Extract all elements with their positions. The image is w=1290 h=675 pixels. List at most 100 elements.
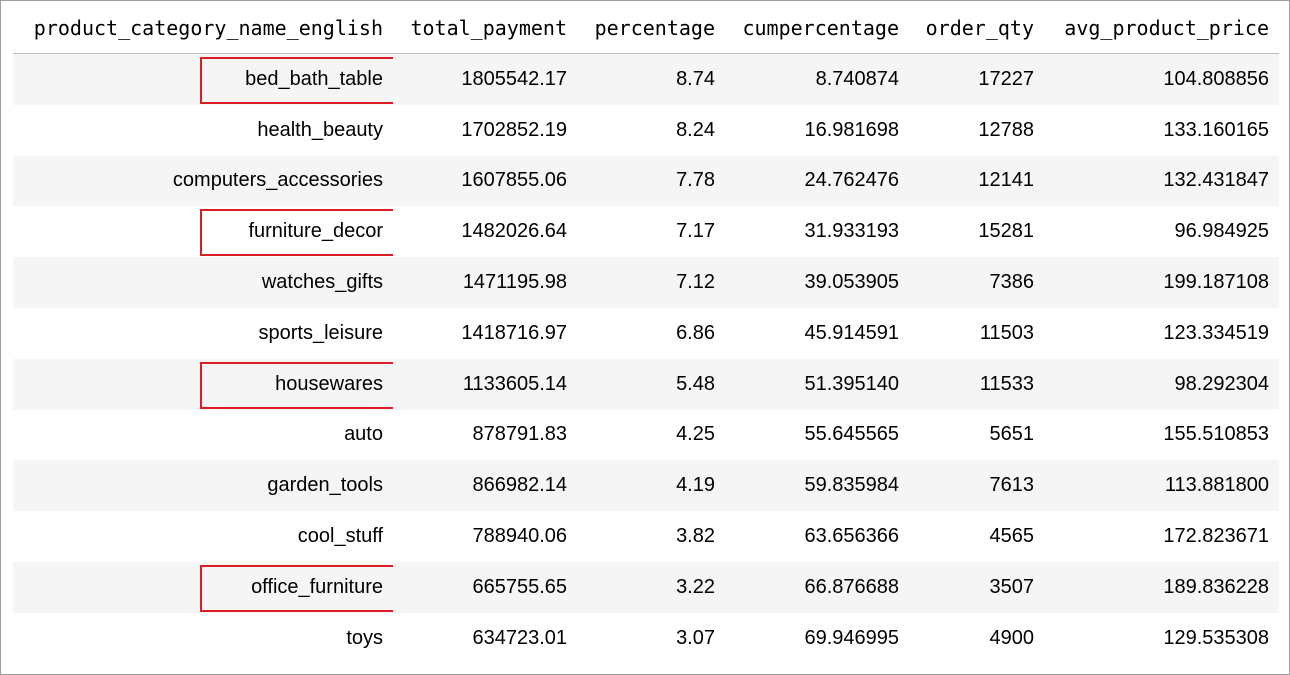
avg-product-price-cell: 98.292304 (1044, 358, 1279, 410)
order-qty-cell: 7386 (909, 257, 1044, 308)
total-payment-cell: 1805542.17 (393, 53, 577, 105)
order-qty-cell: 4565 (909, 511, 1044, 562)
cumpercentage-cell: 59.835984 (725, 460, 909, 512)
table-row: office_furniture 665755.65 3.22 66.87668… (13, 561, 1279, 613)
table-row: computers_accessories 1607855.06 7.78 24… (13, 155, 1279, 207)
category-name: garden_tools (267, 474, 383, 497)
avg-product-price-cell: 113.881800 (1044, 460, 1279, 512)
cumpercentage-cell: 16.981698 (725, 104, 909, 156)
table-row: bed_bath_table 1805542.17 8.74 8.740874 … (13, 53, 1279, 105)
category-cell: computers_accessories (13, 155, 393, 207)
category-name: housewares (275, 372, 383, 395)
header-row: product_category_name_english total_paym… (13, 3, 1279, 54)
order-qty-cell: 15281 (909, 206, 1044, 258)
category-name: office_furniture (251, 575, 383, 598)
category-cell: auto (13, 409, 393, 461)
total-payment-cell: 878791.83 (393, 409, 577, 461)
category-cell: garden_tools (13, 460, 393, 512)
table-row: furniture_decor 1482026.64 7.17 31.93319… (13, 206, 1279, 258)
category-cell: toys (13, 612, 393, 664)
avg-product-price-cell: 199.187108 (1044, 257, 1279, 308)
cumpercentage-cell: 66.876688 (725, 561, 909, 613)
category-cell: cool_stuff (13, 511, 393, 562)
percentage-cell: 4.19 (577, 460, 725, 512)
total-payment-cell: 1133605.14 (393, 358, 577, 410)
cumpercentage-cell: 55.645565 (725, 409, 909, 461)
total-payment-cell: 1471195.98 (393, 257, 577, 308)
percentage-cell: 5.48 (577, 358, 725, 410)
total-payment-cell: 665755.65 (393, 561, 577, 613)
category-cell: health_beauty (13, 104, 393, 156)
column-header-total-payment: total_payment (393, 3, 577, 54)
category-cell: office_furniture (13, 561, 393, 613)
category-cell: furniture_decor (13, 206, 393, 258)
category-cell: bed_bath_table (13, 53, 393, 105)
table-row: watches_gifts 1471195.98 7.12 39.053905 … (13, 257, 1279, 308)
column-header-cumpercentage: cumpercentage (725, 3, 909, 54)
avg-product-price-cell: 133.160165 (1044, 104, 1279, 156)
column-header-percentage: percentage (577, 3, 725, 54)
percentage-cell: 3.07 (577, 612, 725, 664)
cumpercentage-cell: 31.933193 (725, 206, 909, 258)
percentage-cell: 4.25 (577, 409, 725, 461)
percentage-cell: 7.17 (577, 206, 725, 258)
table-row: auto 878791.83 4.25 55.645565 5651 155.5… (13, 409, 1279, 461)
category-name: watches_gifts (261, 271, 383, 294)
percentage-cell: 3.82 (577, 511, 725, 562)
category-name: furniture_decor (248, 220, 383, 243)
table-body: bed_bath_table 1805542.17 8.74 8.740874 … (13, 53, 1279, 664)
percentage-cell: 8.74 (577, 53, 725, 105)
avg-product-price-cell: 189.836228 (1044, 561, 1279, 613)
category-name: auto (344, 423, 383, 446)
order-qty-cell: 17227 (909, 53, 1044, 105)
avg-product-price-cell: 172.823671 (1044, 511, 1279, 562)
cumpercentage-cell: 51.395140 (725, 358, 909, 410)
column-header-product-category: product_category_name_english (13, 3, 393, 54)
avg-product-price-cell: 96.984925 (1044, 206, 1279, 258)
category-name: health_beauty (257, 118, 383, 141)
category-cell: housewares (13, 358, 393, 410)
total-payment-cell: 634723.01 (393, 612, 577, 664)
avg-product-price-cell: 155.510853 (1044, 409, 1279, 461)
cumpercentage-cell: 69.946995 (725, 612, 909, 664)
table-row: health_beauty 1702852.19 8.24 16.981698 … (13, 104, 1279, 156)
order-qty-cell: 5651 (909, 409, 1044, 461)
table-row: sports_leisure 1418716.97 6.86 45.914591… (13, 307, 1279, 359)
dataframe-table: product_category_name_english total_paym… (13, 3, 1279, 664)
order-qty-cell: 12788 (909, 104, 1044, 156)
percentage-cell: 3.22 (577, 561, 725, 613)
category-cell: watches_gifts (13, 257, 393, 308)
total-payment-cell: 1418716.97 (393, 307, 577, 359)
cumpercentage-cell: 63.656366 (725, 511, 909, 562)
order-qty-cell: 11503 (909, 307, 1044, 359)
category-name: toys (346, 626, 383, 649)
order-qty-cell: 12141 (909, 155, 1044, 207)
order-qty-cell: 3507 (909, 561, 1044, 613)
table-row: housewares 1133605.14 5.48 51.395140 115… (13, 358, 1279, 410)
total-payment-cell: 1607855.06 (393, 155, 577, 207)
category-name: bed_bath_table (245, 67, 383, 90)
total-payment-cell: 1702852.19 (393, 104, 577, 156)
avg-product-price-cell: 123.334519 (1044, 307, 1279, 359)
cumpercentage-cell: 39.053905 (725, 257, 909, 308)
percentage-cell: 7.78 (577, 155, 725, 207)
total-payment-cell: 866982.14 (393, 460, 577, 512)
cumpercentage-cell: 45.914591 (725, 307, 909, 359)
dataframe-output: product_category_name_english total_paym… (0, 0, 1290, 675)
order-qty-cell: 11533 (909, 358, 1044, 410)
column-header-avg-product-price: avg_product_price (1044, 3, 1279, 54)
order-qty-cell: 7613 (909, 460, 1044, 512)
category-cell: sports_leisure (13, 307, 393, 359)
table-row: toys 634723.01 3.07 69.946995 4900 129.5… (13, 612, 1279, 664)
cumpercentage-cell: 8.740874 (725, 53, 909, 105)
table-row: cool_stuff 788940.06 3.82 63.656366 4565… (13, 511, 1279, 562)
avg-product-price-cell: 104.808856 (1044, 53, 1279, 105)
avg-product-price-cell: 132.431847 (1044, 155, 1279, 207)
category-name: computers_accessories (172, 169, 383, 192)
total-payment-cell: 788940.06 (393, 511, 577, 562)
category-name: cool_stuff (297, 525, 383, 548)
total-payment-cell: 1482026.64 (393, 206, 577, 258)
percentage-cell: 6.86 (577, 307, 725, 359)
column-header-order-qty: order_qty (909, 3, 1044, 54)
order-qty-cell: 4900 (909, 612, 1044, 664)
